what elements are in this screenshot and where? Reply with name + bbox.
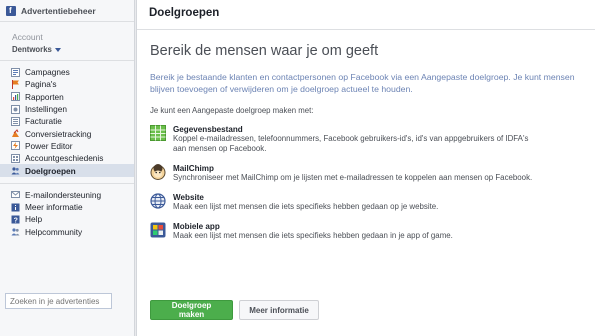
email-icon [11, 190, 20, 199]
content: Bereik de mensen waar je om geeft Bereik… [137, 30, 595, 241]
facebook-logo-icon [6, 5, 16, 16]
option-text: MailChimp Synchroniseer met MailChimp om… [173, 164, 543, 183]
account-label: Account [12, 32, 43, 42]
help-icon: ? [11, 215, 20, 224]
sidebar-item-instellingen[interactable]: Instellingen [0, 103, 134, 115]
audiences-icon [11, 166, 20, 175]
sidebar-item-label: Help [25, 214, 43, 225]
option-title: Mobiele app [173, 222, 220, 231]
sidebar-item-email-support[interactable]: E-mailondersteuning [0, 189, 134, 201]
option-text: Mobiele app Maak een lijst met mensen di… [173, 222, 543, 241]
sidebar-item-label: Power Editor [25, 140, 73, 151]
option-description: Koppel e-mailadressen, telefoonnummers, … [173, 134, 529, 153]
option-description: Maak een lijst met mensen die iets speci… [173, 231, 453, 240]
website-icon [150, 193, 166, 209]
sidebar-item-rapporten[interactable]: Rapporten [0, 91, 134, 103]
sidebar-header[interactable]: Advertentiebeheer [0, 0, 134, 22]
can-make-text: Je kunt een Aangepaste doelgroep maken m… [150, 106, 314, 115]
sidebar-item-more-info[interactable]: Meer informatie [0, 201, 134, 213]
option-description: Synchroniseer met MailChimp om je lijste… [173, 173, 533, 182]
svg-text:?: ? [14, 217, 18, 224]
sidebar-item-label: Campagnes [25, 67, 70, 78]
sidebar-item-label: Accountgeschiedenis [25, 153, 104, 164]
sidebar-item-label: Meer informatie [25, 202, 83, 213]
mailchimp-icon [150, 164, 166, 180]
sidebar: Advertentiebeheer Account Dentworks Camp… [0, 0, 135, 336]
power-editor-icon [11, 141, 20, 151]
create-audience-button[interactable]: Doelgroep maken [150, 300, 233, 320]
sidebar-item-facturatie[interactable]: Facturatie [0, 115, 134, 127]
account-section: Account Dentworks [0, 22, 134, 54]
sidebar-nav: Campagnes Pagina's Rapporten Instellinge… [0, 61, 134, 177]
sidebar-item-power-editor[interactable]: Power Editor [0, 140, 134, 152]
sidebar-item-label: Instellingen [25, 104, 67, 115]
sidebar-item-doelgroepen[interactable]: Doelgroepen [0, 164, 134, 177]
pages-icon [11, 79, 20, 89]
option-website[interactable]: Website Maak een lijst met mensen die ie… [150, 193, 595, 212]
option-data-file[interactable]: Gegevensbestand Koppel e-mailadressen, t… [150, 125, 595, 154]
intro-text: Bereik je bestaande klanten en contactpe… [150, 72, 575, 94]
option-title: Website [173, 193, 204, 202]
billing-icon [11, 116, 20, 126]
option-text: Gegevensbestand Koppel e-mailadressen, t… [173, 125, 543, 154]
main-panel: Doelgroepen Bereik de mensen waar je om … [136, 0, 595, 336]
data-file-icon [150, 125, 166, 141]
settings-icon [11, 104, 20, 114]
info-icon [11, 203, 20, 212]
chevron-down-icon [54, 47, 61, 52]
sidebar-item-label: Doelgroepen [25, 165, 76, 176]
account-name: Dentworks [12, 45, 52, 54]
reports-icon [11, 92, 20, 102]
option-mailchimp[interactable]: MailChimp Synchroniseer met MailChimp om… [150, 164, 595, 183]
sidebar-item-help-community[interactable]: Helpcommunity [0, 226, 134, 238]
sidebar-item-label: E-mailondersteuning [25, 189, 102, 200]
sidebar-item-label: Conversietracking [25, 128, 92, 139]
option-text: Website Maak een lijst met mensen die ie… [173, 193, 543, 212]
learn-more-button[interactable]: Meer informatie [239, 300, 319, 320]
option-title: MailChimp [173, 164, 214, 173]
option-title: Gegevensbestand [173, 125, 243, 134]
support-nav: E-mailondersteuning Meer informatie ? He… [0, 184, 134, 238]
app-title: Advertentiebeheer [21, 5, 96, 16]
sidebar-item-accountgeschiedenis[interactable]: Accountgeschiedenis [0, 152, 134, 164]
action-bar: Doelgroep maken Meer informatie [150, 300, 319, 320]
headline: Bereik de mensen waar je om geeft [150, 43, 379, 59]
history-icon [11, 153, 20, 163]
sidebar-item-label: Helpcommunity [25, 226, 83, 237]
sidebar-item-help[interactable]: ? Help [0, 213, 134, 225]
page-title: Doelgroepen [137, 0, 595, 30]
sidebar-item-paginas[interactable]: Pagina's [0, 78, 134, 90]
option-mobile-app[interactable]: Mobiele app Maak een lijst met mensen di… [150, 222, 595, 241]
sidebar-item-campagnes[interactable]: Campagnes [0, 66, 134, 78]
sidebar-item-conversietracking[interactable]: Conversietracking [0, 127, 134, 139]
sidebar-item-label: Rapporten [25, 91, 64, 102]
campaigns-icon [11, 67, 20, 77]
sidebar-item-label: Pagina's [25, 79, 57, 90]
sidebar-item-label: Facturatie [25, 116, 62, 127]
conversion-icon [11, 129, 20, 138]
mobile-app-icon [150, 222, 166, 238]
account-selector[interactable]: Dentworks [12, 45, 134, 54]
search-input[interactable] [5, 293, 112, 309]
community-icon [11, 227, 20, 236]
option-description: Maak een lijst met mensen die iets speci… [173, 202, 439, 211]
